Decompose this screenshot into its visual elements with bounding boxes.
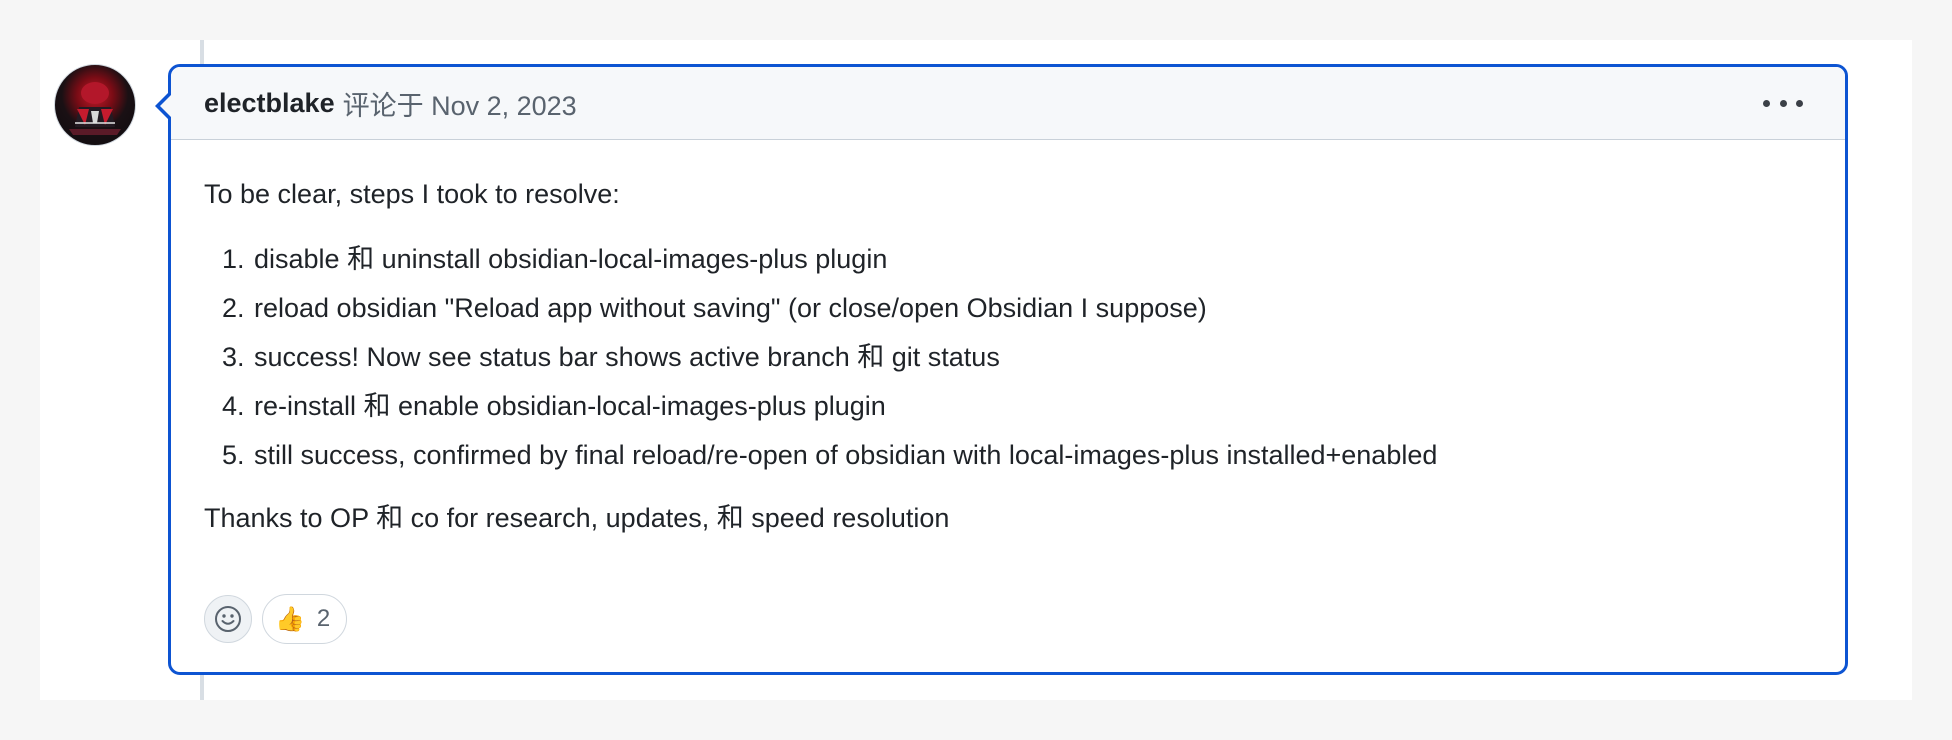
timeline-panel: electblake 评论于 Nov 2, 2023 To be clear, … — [40, 40, 1912, 700]
list-item: disable 和 uninstall obsidian-local-image… — [252, 235, 1812, 284]
smiley-icon — [215, 606, 241, 632]
list-item: re-install 和 enable obsidian-local-image… — [252, 382, 1812, 431]
comment-timestamp[interactable]: 评论于 Nov 2, 2023 — [343, 84, 577, 123]
list-item: reload obsidian "Reload app without savi… — [252, 284, 1812, 333]
comment-outro: Thanks to OP 和 co for research, updates,… — [204, 503, 950, 533]
steps-list: disable 和 uninstall obsidian-local-image… — [204, 235, 1812, 480]
list-item: success! Now see status bar shows active… — [252, 333, 1812, 382]
comment-card: electblake 评论于 Nov 2, 2023 To be clear, … — [168, 64, 1848, 675]
comment-caret-inner — [160, 95, 171, 117]
more-options-icon[interactable] — [1763, 89, 1803, 117]
comment-header: electblake 评论于 Nov 2, 2023 — [171, 67, 1845, 140]
more-dot — [1779, 99, 1787, 107]
add-reaction-button[interactable] — [204, 595, 252, 643]
comment-body: To be clear, steps I took to resolve: di… — [171, 140, 1845, 543]
list-item: still success, confirmed by final reload… — [252, 431, 1812, 480]
more-dot — [1763, 99, 1770, 107]
reaction-count: 2 — [316, 605, 331, 632]
comment-intro: To be clear, steps I took to resolve: — [204, 179, 620, 209]
thumbs-up-reaction-button[interactable]: 👍 2 — [262, 594, 348, 644]
reactions-bar: 👍 2 — [204, 594, 348, 644]
thumbs-up-icon: 👍 — [275, 605, 305, 633]
author-link[interactable]: electblake — [204, 88, 335, 119]
avatar[interactable] — [54, 64, 136, 146]
more-dot — [1796, 99, 1803, 107]
